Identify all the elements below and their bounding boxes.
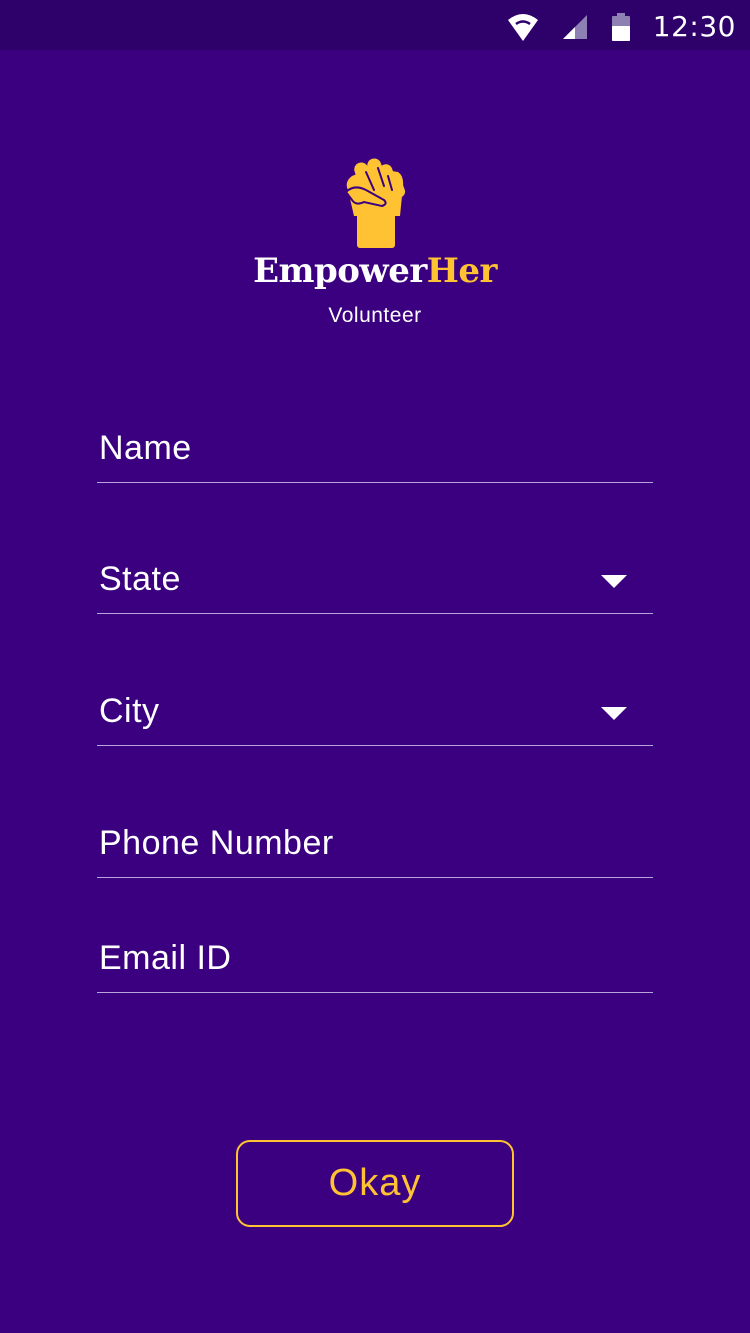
state-label: State bbox=[99, 560, 181, 598]
status-bar: 12:30 bbox=[0, 0, 750, 50]
battery-icon bbox=[611, 13, 630, 41]
okay-button[interactable]: Okay bbox=[236, 1140, 514, 1227]
wifi-icon bbox=[507, 14, 538, 41]
name-label: Name bbox=[99, 429, 192, 467]
status-time: 12:30 bbox=[652, 10, 736, 43]
name-field[interactable]: Name bbox=[97, 405, 653, 483]
page-subtitle: Volunteer bbox=[328, 304, 422, 327]
raised-fist-icon bbox=[344, 158, 406, 248]
city-label: City bbox=[99, 692, 160, 730]
state-dropdown[interactable]: State bbox=[97, 536, 653, 614]
city-dropdown[interactable]: City bbox=[97, 668, 653, 746]
email-label: Email ID bbox=[99, 939, 232, 977]
logo-block: EmpowerHer Volunteer bbox=[0, 150, 750, 328]
app-brand: EmpowerHer bbox=[0, 252, 750, 290]
chevron-down-icon[interactable] bbox=[601, 575, 627, 588]
brand-part-1: Empower bbox=[253, 251, 427, 291]
brand-part-2: Her bbox=[426, 251, 498, 291]
phone-label: Phone Number bbox=[99, 824, 334, 862]
phone-field[interactable]: Phone Number bbox=[97, 800, 653, 878]
status-icons: 12:30 bbox=[507, 10, 736, 44]
cell-signal-icon bbox=[562, 15, 587, 39]
chevron-down-icon[interactable] bbox=[601, 707, 627, 720]
email-field[interactable]: Email ID bbox=[97, 915, 653, 993]
